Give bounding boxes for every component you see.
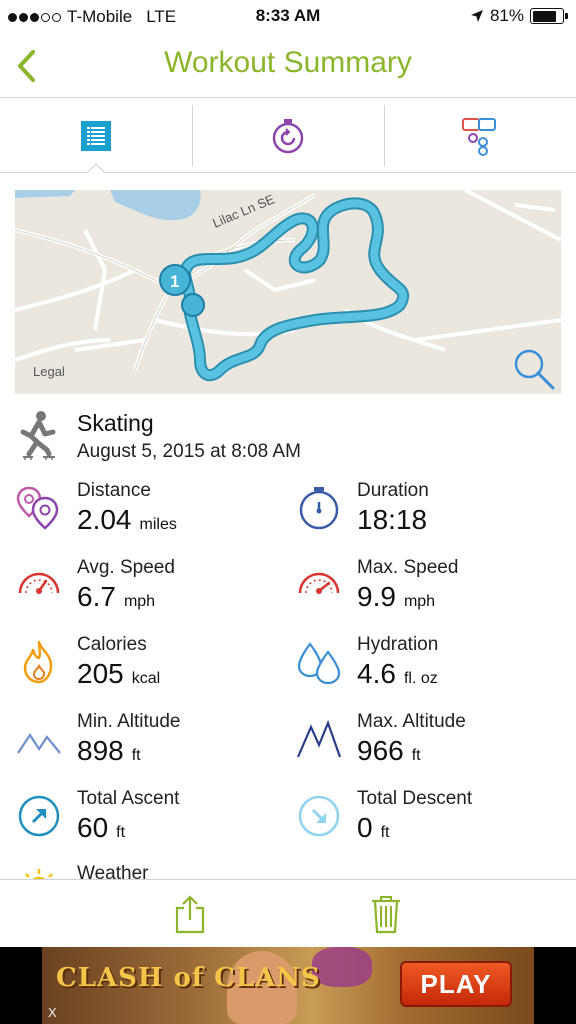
stopwatch-icon — [299, 487, 339, 530]
trash-icon — [372, 896, 400, 934]
comments-icon — [462, 117, 496, 156]
stat-unit: ft — [116, 824, 126, 841]
tab-laps[interactable] — [192, 99, 384, 172]
route-marker-label: 1 — [170, 272, 179, 291]
sun-icon — [25, 869, 53, 879]
share-icon — [175, 895, 205, 934]
route-map[interactable]: Lilac Ln SE 1 Legal — [15, 190, 561, 394]
location-arrow-icon — [470, 10, 483, 22]
bottom-toolbar — [0, 879, 576, 947]
stat-unit: ft — [411, 747, 421, 764]
ad-brand-logo: CLASH of CLANS — [56, 963, 321, 993]
ad-image[interactable]: CLASH of CLANS PLAY X — [42, 947, 534, 1024]
stat-unit: ft — [380, 824, 390, 841]
water-drops-icon — [297, 642, 341, 685]
stat-label: Calories — [77, 634, 147, 655]
map-legal-link[interactable]: Legal — [33, 364, 65, 379]
status-bar: T-Mobile LTE 8:33 AM 81% — [0, 0, 576, 34]
activity-name: Skating — [77, 410, 154, 436]
stat-hydration: Hydration 4.6 fl. oz — [295, 632, 575, 704]
ad-play-button[interactable]: PLAY — [400, 961, 512, 1007]
tab-comments[interactable] — [384, 99, 576, 172]
skater-icon — [20, 411, 56, 460]
stat-value: 966 ft — [357, 735, 421, 767]
mountain-low-icon — [17, 732, 61, 754]
stat-label: Max. Speed — [357, 557, 459, 578]
stat-value: 4.6 fl. oz — [357, 658, 438, 690]
stat-min-altitude: Min. Altitude 898 ft — [15, 709, 295, 781]
tab-summary[interactable] — [0, 99, 192, 173]
stat-unit: mph — [403, 593, 436, 610]
stat-unit: miles — [139, 516, 177, 533]
stat-label: Avg. Speed — [77, 557, 175, 578]
stat-number: 898 — [77, 735, 124, 766]
stat-total-descent: Total Descent 0 ft — [295, 786, 575, 858]
stat-label: Hydration — [357, 634, 439, 655]
stat-value: 9.9 mph — [357, 581, 435, 613]
share-button[interactable] — [168, 892, 212, 936]
stat-number: 0 — [357, 812, 373, 843]
stat-number: 966 — [357, 735, 404, 766]
tab-bar — [0, 99, 576, 173]
stat-label: Max. Altitude — [357, 711, 466, 732]
stat-number: 2.04 — [77, 504, 132, 535]
stat-distance: Distance 2.04 miles — [15, 478, 295, 550]
stat-label: Distance — [77, 480, 151, 501]
speedometer-icon — [18, 572, 60, 594]
stat-value: 898 ft — [77, 735, 141, 767]
stat-number: 9.9 — [357, 581, 396, 612]
arrow-down-right-circle-icon — [298, 795, 340, 837]
activity-date: August 5, 2015 at 8:08 AM — [77, 441, 301, 462]
location-pins-icon — [16, 486, 59, 530]
activity-header: Skating August 5, 2015 at 8:08 AM — [15, 408, 561, 468]
stat-weather: Weather — [15, 863, 295, 879]
stat-number: 205 — [77, 658, 124, 689]
ad-close-button[interactable]: X — [48, 1005, 57, 1020]
stopwatch-icon — [272, 118, 304, 153]
stat-avg-speed: Avg. Speed 6.7 mph — [15, 555, 295, 627]
stat-label: Weather — [77, 863, 149, 879]
arrow-up-right-circle-icon — [18, 795, 60, 837]
status-right: 81% — [470, 6, 568, 26]
stat-value: 6.7 mph — [77, 581, 155, 613]
battery-icon — [530, 8, 568, 24]
stat-number: 4.6 — [357, 658, 396, 689]
stat-unit: ft — [131, 747, 141, 764]
stat-unit: fl. oz — [403, 670, 438, 687]
stat-value: 18:18 — [357, 504, 427, 536]
map-canvas: Lilac Ln SE 1 — [15, 190, 561, 382]
list-icon — [81, 120, 111, 151]
tab-selected-indicator — [87, 163, 105, 173]
stat-unit: kcal — [131, 670, 161, 687]
stat-value: 205 kcal — [77, 658, 160, 690]
page-title: Workout Summary — [164, 46, 412, 79]
stat-value: 2.04 miles — [77, 504, 177, 536]
stat-number: 60 — [77, 812, 109, 843]
stat-number: 6.7 — [77, 581, 116, 612]
battery-percent: 81% — [489, 6, 524, 25]
stat-number: 18:18 — [357, 504, 428, 535]
stat-calories: Calories 205 kcal — [15, 632, 295, 704]
route-end-marker[interactable] — [181, 293, 205, 317]
flame-icon — [23, 640, 53, 684]
stat-max-altitude: Max. Altitude 966 ft — [295, 709, 575, 781]
ad-banner[interactable]: CLASH of CLANS PLAY X — [0, 947, 576, 1024]
magnifier-icon[interactable] — [511, 346, 557, 392]
mountain-high-icon — [296, 719, 342, 758]
stat-duration: Duration 18:18 — [295, 478, 575, 550]
stat-label: Duration — [357, 480, 429, 501]
ad-character — [312, 947, 372, 987]
stat-value: 0 ft — [357, 812, 389, 844]
stat-value: 60 ft — [77, 812, 125, 844]
stat-label: Total Ascent — [77, 788, 180, 809]
nav-header: Workout Summary — [0, 34, 576, 98]
stat-label: Min. Altitude — [77, 711, 181, 732]
stat-total-ascent: Total Ascent 60 ft — [15, 786, 295, 858]
stat-max-speed: Max. Speed 9.9 mph — [295, 555, 575, 627]
delete-button[interactable] — [364, 892, 408, 936]
speedometer-icon — [298, 572, 340, 594]
stat-label: Total Descent — [357, 788, 473, 809]
stat-unit: mph — [123, 593, 156, 610]
